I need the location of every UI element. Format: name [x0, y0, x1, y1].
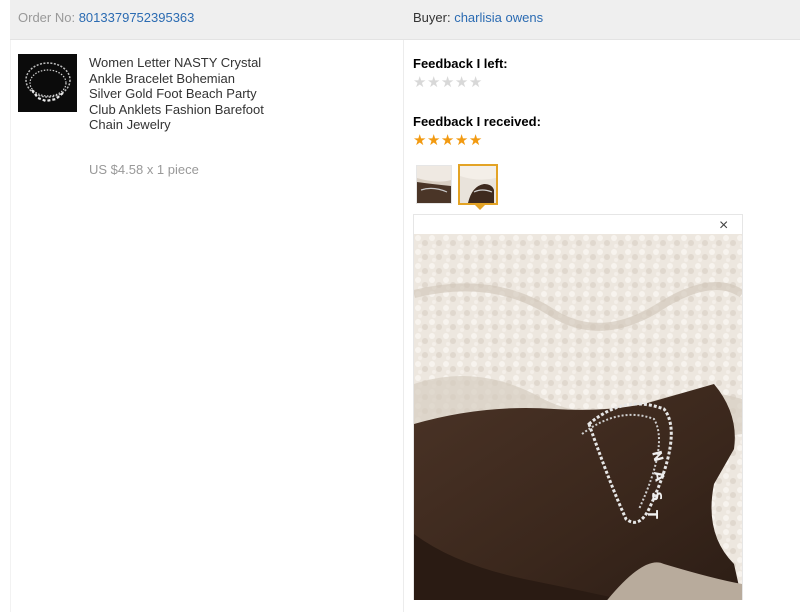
review-photo-2-image: [460, 166, 496, 203]
star-icon: ★: [426, 132, 441, 149]
review-photo-thumbnail-1[interactable]: [416, 165, 452, 204]
feedback-received-stars: ★★★★★: [413, 133, 483, 149]
feedback-left-label: Feedback I left:: [413, 56, 508, 71]
svg-text:S: S: [648, 491, 664, 502]
review-photo-large: N A S T: [414, 234, 742, 600]
star-icon: ★: [440, 132, 455, 149]
star-icon: ★: [468, 74, 483, 91]
order-header: Order No: 8013379752395363 Buyer: charli…: [10, 0, 800, 40]
buyer-row: Buyer: charlisia owens: [413, 10, 543, 25]
product-price: US $4.58 x 1 piece: [89, 162, 199, 177]
buyer-name-link[interactable]: charlisia owens: [454, 10, 543, 25]
column-divider: [403, 40, 404, 612]
svg-text:T: T: [644, 510, 659, 519]
order-number-row: Order No: 8013379752395363: [18, 10, 194, 25]
left-border: [10, 40, 11, 612]
star-icon: ★: [468, 132, 483, 149]
order-number-label: Order No:: [18, 10, 76, 25]
star-icon: ★: [454, 74, 469, 91]
star-icon: ★: [454, 132, 469, 149]
close-icon[interactable]: ×: [719, 217, 728, 235]
star-icon: ★: [413, 74, 427, 91]
star-icon: ★: [440, 74, 455, 91]
anklet-product-image: [18, 54, 77, 112]
selected-photo-caret: [475, 205, 485, 210]
buyer-label: Buyer:: [413, 10, 451, 25]
review-photo-1-image: [417, 166, 451, 203]
review-photo-thumbnail-2-selected[interactable]: [458, 164, 498, 205]
feedback-received-label: Feedback I received:: [413, 114, 541, 129]
ankle-bracelet-photo: N A S T: [414, 234, 742, 600]
star-icon: ★: [426, 74, 441, 91]
product-title[interactable]: Women Letter NASTY Crystal Ankle Bracele…: [89, 55, 269, 133]
order-number-link[interactable]: 8013379752395363: [79, 10, 195, 25]
star-icon: ★: [413, 132, 427, 149]
feedback-left-stars: ★★★★★: [413, 75, 483, 91]
product-thumbnail[interactable]: [18, 54, 77, 112]
